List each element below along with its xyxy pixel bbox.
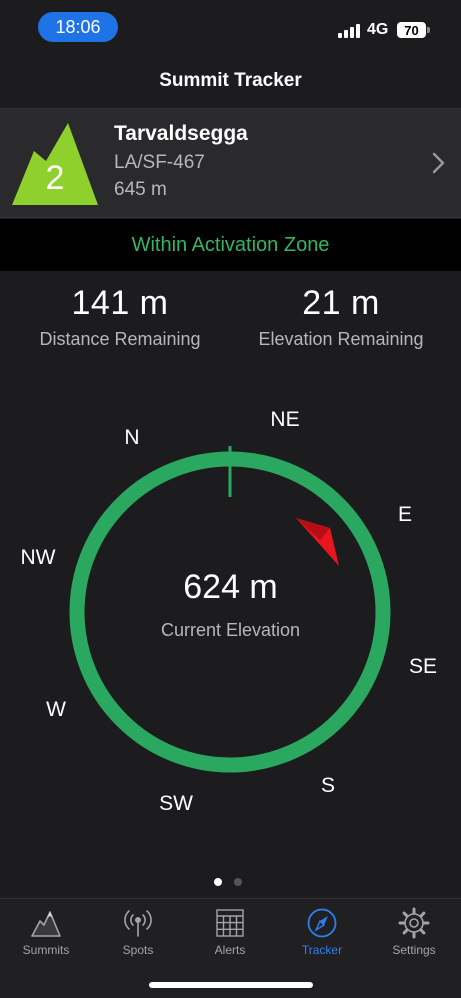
gear-icon bbox=[398, 907, 430, 939]
tab-tracker-label: Tracker bbox=[301, 943, 343, 957]
page-title: Summit Tracker bbox=[159, 70, 302, 91]
tab-settings[interactable]: Settings bbox=[368, 907, 460, 957]
summit-points: 2 bbox=[45, 159, 65, 197]
tab-summits-label: Summits bbox=[22, 943, 70, 957]
calendar-icon bbox=[216, 909, 244, 937]
page-dot-1[interactable] bbox=[214, 878, 222, 886]
antenna-icon bbox=[124, 910, 152, 937]
compass-label-nw: NW bbox=[20, 546, 56, 569]
summit-height: 645 m bbox=[114, 179, 167, 200]
summit-card[interactable]: 2 Tarvaldsegga LA/SF-467 645 m bbox=[0, 108, 461, 218]
compass-label-n: N bbox=[124, 426, 140, 449]
compass-label-s: S bbox=[320, 774, 336, 797]
home-indicator[interactable] bbox=[149, 982, 313, 988]
distance-value: 141 m bbox=[71, 284, 169, 322]
tab-tracker[interactable]: Tracker bbox=[276, 907, 368, 957]
tab-alerts[interactable]: Alerts bbox=[184, 907, 276, 957]
page-dot-2[interactable] bbox=[234, 878, 242, 886]
distance-stat: 141 m Distance Remaining bbox=[5, 284, 235, 350]
status-bar: 18:06 4G 70 bbox=[0, 0, 461, 54]
elevation-label: Elevation Remaining bbox=[258, 329, 424, 349]
battery-icon: 70 bbox=[397, 22, 426, 38]
tab-settings-label: Settings bbox=[392, 943, 436, 957]
current-elevation-label: Current Elevation bbox=[160, 620, 301, 640]
compass-icon bbox=[307, 908, 337, 938]
tab-alerts-label: Alerts bbox=[214, 943, 246, 957]
compass-label-sw: SW bbox=[159, 792, 193, 815]
compass-label-se: SE bbox=[408, 655, 438, 678]
compass-label-e: E bbox=[397, 503, 413, 526]
compass-label-w: W bbox=[46, 698, 66, 721]
page-indicator[interactable] bbox=[214, 878, 242, 886]
compass-ring bbox=[69, 451, 391, 773]
cellular-signal-icon bbox=[338, 22, 360, 38]
elevation-stat: 21 m Elevation Remaining bbox=[226, 284, 456, 350]
summit-reference: LA/SF-467 bbox=[114, 152, 205, 173]
battery-nub bbox=[427, 27, 430, 33]
chevron-right-icon[interactable] bbox=[431, 151, 447, 175]
compass-label-ne: NE bbox=[270, 408, 300, 431]
distance-label: Distance Remaining bbox=[39, 329, 201, 349]
tab-spots[interactable]: Spots bbox=[92, 907, 184, 957]
elevation-value: 21 m bbox=[302, 284, 380, 322]
tab-spots-label: Spots bbox=[122, 943, 154, 957]
status-time[interactable]: 18:06 bbox=[38, 12, 118, 42]
activation-zone-banner: Within Activation Zone bbox=[0, 219, 461, 271]
current-elevation-value: 624 m bbox=[183, 568, 278, 606]
summit-name: Tarvaldsegga bbox=[114, 122, 248, 145]
tab-summits[interactable]: Summits bbox=[0, 907, 92, 957]
mountain-icon bbox=[31, 911, 61, 937]
network-type: 4G bbox=[367, 21, 389, 38]
